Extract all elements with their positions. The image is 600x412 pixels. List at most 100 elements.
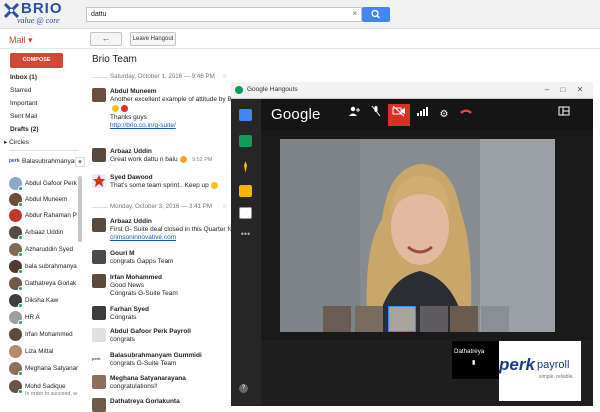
contact-name: bala subrahmanya xyxy=(25,263,77,270)
contact-item[interactable]: bala subrahmanya xyxy=(9,260,84,276)
contact-name: Arbaaz Uddin xyxy=(25,229,64,236)
hangout-title-bar[interactable]: Google Hangouts – □ ✕ xyxy=(231,82,593,99)
thumbnail[interactable] xyxy=(481,306,509,332)
contact-name: Irfan Mohammed xyxy=(25,331,73,338)
more-icon[interactable]: ••• xyxy=(239,230,252,243)
contact-name: Azharuddin Syed xyxy=(25,246,73,253)
hangouts-self[interactable]: perk Balasubrahmanyam ▾ xyxy=(9,156,85,170)
message-text: That's some team sprint.. Keep up xyxy=(110,182,209,190)
signal-icon[interactable] xyxy=(411,104,433,126)
contact-name: Abdul Gafoor Perk xyxy=(25,180,77,187)
nav-drafts[interactable]: Drafts (2) xyxy=(10,126,39,133)
chevron-down-icon[interactable]: ▾ xyxy=(75,157,85,167)
end-call-icon[interactable] xyxy=(455,104,477,126)
contact-item[interactable]: HR A xyxy=(9,311,84,327)
photos-icon[interactable] xyxy=(239,185,252,197)
divider xyxy=(0,48,600,49)
contact-item[interactable]: Arbaaz Uddin xyxy=(9,226,84,242)
participant-video-image xyxy=(280,139,555,332)
message-link[interactable]: http://brio.co.in/g-suite/ xyxy=(110,122,176,129)
back-button[interactable]: ← xyxy=(90,32,122,46)
contacts-scrollbar[interactable] xyxy=(78,176,82,242)
contact-name: Meghana Satyanar xyxy=(25,365,79,372)
message: Abdul Gafoor Perk Payroll congrats xyxy=(92,328,242,346)
thumbnail[interactable] xyxy=(450,306,478,332)
chat-icon[interactable] xyxy=(239,109,252,121)
sender-name: Irfan Mohammed xyxy=(110,274,163,281)
settings-icon[interactable]: ⚙ xyxy=(433,104,455,126)
add-person-icon[interactable] xyxy=(343,104,365,126)
contact-name: Liza Mittal xyxy=(25,348,54,355)
thumbnail[interactable] xyxy=(323,306,351,332)
thumbs-up-icon xyxy=(179,156,187,163)
brio-logo[interactable]: BRIO value @ core xyxy=(3,0,83,29)
contact-name: Diksha Kaw xyxy=(25,297,59,304)
nav-important[interactable]: Important xyxy=(10,100,37,107)
effects-icon[interactable] xyxy=(239,161,252,173)
contact-item[interactable]: Abdur Rahaman P xyxy=(9,209,84,225)
message: Abdul Muneem Another excellent example o… xyxy=(92,88,242,138)
nav-inbox[interactable]: Inbox (1) xyxy=(10,74,37,81)
screenshare-icon[interactable] xyxy=(239,135,252,147)
search-value: dattu xyxy=(91,11,107,18)
nav-circles[interactable]: ▸ Circles xyxy=(4,138,29,146)
logo-brand: BRIO xyxy=(21,0,63,17)
contact-item[interactable]: Meghana Satyanar xyxy=(9,362,84,378)
message: Meghana Satyanarayana congratulations!! xyxy=(92,375,242,393)
mail-menu[interactable]: Mail ▾ xyxy=(9,35,33,46)
contact-item[interactable]: Liza Mittal xyxy=(9,345,84,361)
contact-item[interactable]: Abdul Gafoor Perk xyxy=(9,177,84,193)
close-icon[interactable]: ✕ xyxy=(574,84,586,96)
star-icon[interactable]: ☆ xyxy=(222,73,228,80)
contact-item[interactable]: Abdul Muneem xyxy=(9,193,84,209)
logo-tagline: value @ core xyxy=(17,16,60,25)
participant-tile[interactable]: Dathatreya ▮ xyxy=(452,341,500,379)
message-time: 9:52 PM xyxy=(192,157,213,163)
clear-search-icon[interactable]: × xyxy=(352,8,357,20)
maximize-icon[interactable]: □ xyxy=(557,84,569,96)
minimize-icon[interactable]: – xyxy=(541,84,553,96)
camera-off-icon[interactable] xyxy=(388,104,410,126)
message-text: Great work dattu n balu xyxy=(110,156,178,164)
message: perk Balasubrahmanyam Gummidi congrats G… xyxy=(92,352,242,370)
apps-icon[interactable] xyxy=(239,207,252,219)
star-icon[interactable]: ☆ xyxy=(222,203,228,210)
divider xyxy=(9,150,79,151)
contact-item[interactable]: Irfan Mohammed xyxy=(9,328,84,344)
message-text: Congrats G-Suite Team xyxy=(110,290,178,297)
nav-starred[interactable]: Starred xyxy=(10,87,31,94)
compose-button[interactable]: COMPOSE xyxy=(10,53,63,68)
sender-name: Gouri M xyxy=(110,250,135,257)
avatar xyxy=(92,375,106,389)
contact-item[interactable]: Mohd Sadique In order to succeed, w xyxy=(9,380,84,404)
participant-thumbnails xyxy=(323,306,513,334)
perk-payroll-tile[interactable]: perk payroll simple. reliable. xyxy=(499,341,581,401)
sender-name: Arbaaz Uddin xyxy=(110,218,152,225)
help-icon[interactable]: ? xyxy=(239,384,248,393)
message-text: congratulations!! xyxy=(110,383,158,390)
contact-item[interactable]: Dathatreya Gorlak xyxy=(9,277,84,293)
contact-name: Abdul Muneem xyxy=(25,196,68,203)
sender-name: Abdul Gafoor Perk Payroll xyxy=(110,328,191,335)
message-link[interactable]: crimsoninnovative.com xyxy=(110,234,176,241)
online-dot xyxy=(18,186,23,191)
thumbnail[interactable] xyxy=(355,306,383,332)
message-text: congrats Gapps Team xyxy=(110,258,174,265)
contact-name: Mohd Sadique xyxy=(25,383,66,390)
contact-item[interactable]: Azharuddin Syed xyxy=(9,243,84,259)
nav-sent[interactable]: Sent Mail xyxy=(10,113,37,120)
mute-mic-icon[interactable] xyxy=(365,104,387,126)
avatar xyxy=(92,398,106,412)
thumbnail[interactable] xyxy=(388,306,416,332)
search-button[interactable] xyxy=(362,7,390,22)
contact-item[interactable]: Diksha Kaw xyxy=(9,294,84,310)
perk-logo-text: perk xyxy=(499,355,535,374)
layout-icon[interactable] xyxy=(553,104,575,126)
thumbnail[interactable] xyxy=(420,306,448,332)
search-input[interactable]: dattu × xyxy=(86,7,362,22)
message-line: Great work dattu n balu xyxy=(110,156,187,163)
main-video[interactable] xyxy=(280,139,555,332)
message: Dathatreya Gorlakunta xyxy=(92,398,242,412)
date-separator: Saturday, October 1, 2016 — 9:46 PM ☆ xyxy=(92,73,232,81)
leave-hangout-button[interactable]: Leave Hangout xyxy=(130,32,176,46)
